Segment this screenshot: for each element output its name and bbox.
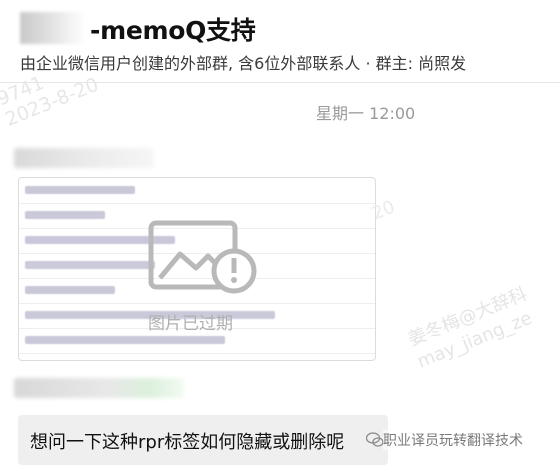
message-text: 想问一下这种rpr标签如何隐藏或删除呢 xyxy=(30,432,345,453)
group-avatar-blurred[interactable] xyxy=(20,12,86,44)
image-expired-label: 图片已过期 xyxy=(148,314,233,334)
watermark-bottom-right: 姜冬梅@大辞科 may_jiang_ze xyxy=(405,283,540,375)
image-row xyxy=(19,178,375,204)
source-account-tag: 职业译员玩转翻译技术 xyxy=(383,430,523,450)
sender-name-blurred xyxy=(14,148,154,168)
sender-name-blurred xyxy=(14,378,184,398)
text-message-bubble[interactable]: 想问一下这种rpr标签如何隐藏或删除呢 xyxy=(18,415,388,465)
group-title[interactable]: -memoQ支持 xyxy=(90,11,256,47)
message-timestamp: 星期一 12:00 xyxy=(316,104,416,123)
wechat-icon xyxy=(366,432,384,447)
expired-image-icon xyxy=(148,220,257,294)
